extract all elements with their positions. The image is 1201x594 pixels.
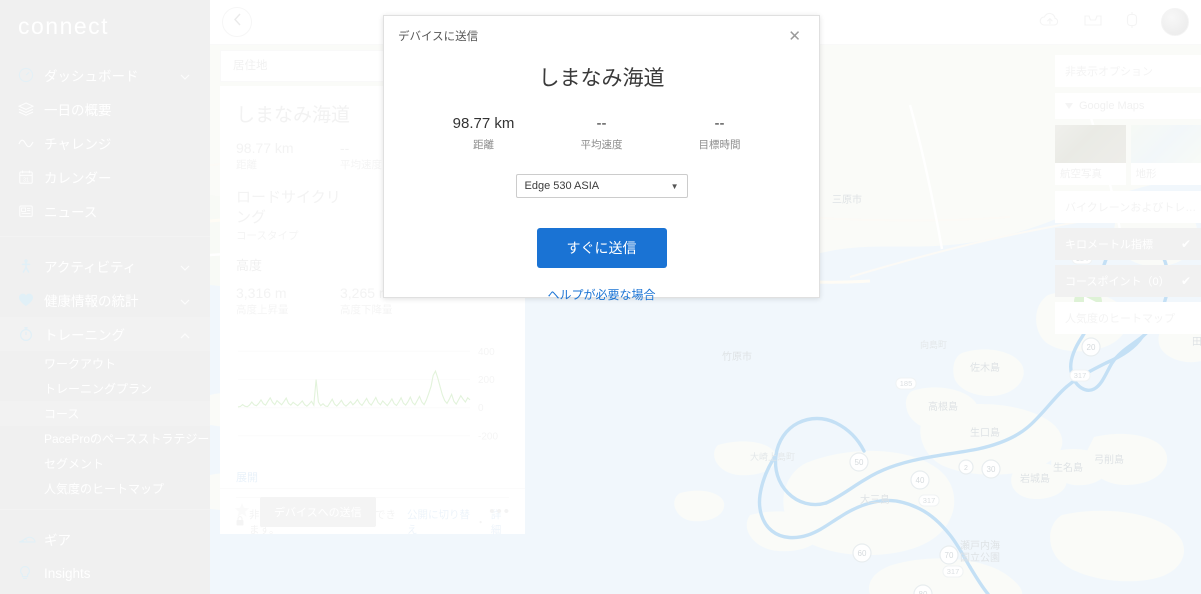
- send-now-wrap: すぐに送信: [384, 228, 819, 268]
- modal-stat-distance: 98.77 km 距離: [425, 114, 543, 152]
- modal-header-title: デバイスに送信: [398, 31, 479, 43]
- modal-course-title: しまなみ海道: [538, 67, 665, 90]
- modal-stat-label: 目標時間: [698, 139, 741, 151]
- modal-stat-value: 98.77 km: [452, 115, 515, 132]
- device-select-wrap: Edge 530 ASIA ▼: [384, 174, 819, 198]
- modal-header: デバイスに送信 ✕: [384, 16, 819, 56]
- app-root: .land { fill:#eef3e9; } .land2 { fill:#e…: [0, 0, 1201, 594]
- send-now-button[interactable]: すぐに送信: [536, 228, 667, 268]
- modal-stat-value: --: [596, 115, 607, 132]
- modal-stats: 98.77 km 距離 -- 平均速度 -- 目標時間: [384, 114, 819, 152]
- close-icon[interactable]: ✕: [784, 27, 805, 46]
- help-link[interactable]: ヘルプが必要な場合: [384, 286, 819, 303]
- modal-stat-label: 平均速度: [580, 139, 623, 151]
- device-select-value: Edge 530 ASIA: [524, 180, 600, 192]
- device-select[interactable]: Edge 530 ASIA ▼: [515, 174, 688, 198]
- send-to-device-modal: デバイスに送信 ✕ しまなみ海道 98.77 km 距離 -- 平均速度 -- …: [383, 15, 820, 302]
- modal-stat-avg-speed: -- 平均速度: [543, 114, 661, 152]
- modal-stat-value: --: [714, 115, 725, 132]
- caret-down-icon: ▼: [670, 181, 679, 191]
- modal-stat-target-time: -- 目標時間: [661, 114, 779, 152]
- modal-stat-label: 距離: [473, 139, 494, 151]
